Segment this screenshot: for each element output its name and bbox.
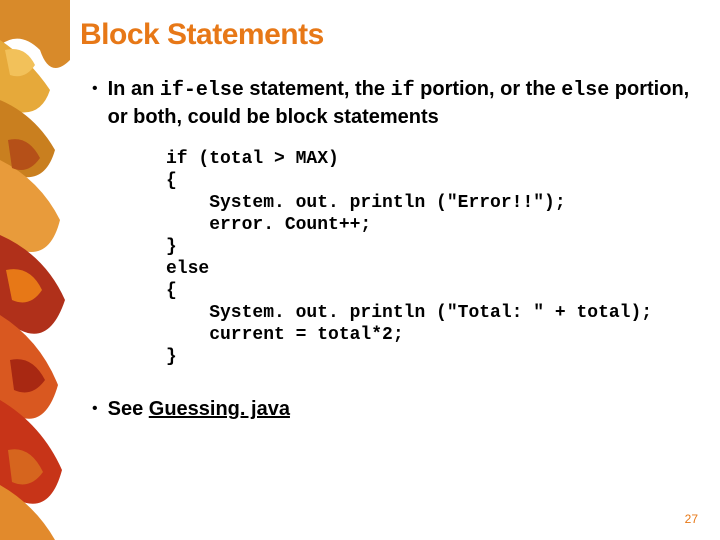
leaves-decoration-icon bbox=[0, 0, 70, 540]
bullet-marker-icon: • bbox=[92, 76, 98, 102]
bullet-text-1: In an if-else statement, the if portion,… bbox=[108, 76, 696, 130]
bullet-item-1: • In an if-else statement, the if portio… bbox=[80, 76, 696, 130]
slide-content: Block Statements • In an if-else stateme… bbox=[80, 18, 696, 516]
guessing-java-link[interactable]: Guessing. java bbox=[149, 398, 290, 420]
bullet-text-2: See Guessing. java bbox=[108, 396, 290, 422]
text-fragment: See bbox=[108, 398, 149, 420]
page-number: 27 bbox=[685, 512, 698, 526]
left-decoration-image bbox=[0, 0, 70, 540]
slide-title: Block Statements bbox=[80, 18, 696, 52]
code-fragment: if bbox=[391, 79, 415, 102]
text-fragment: portion, or the bbox=[415, 78, 562, 100]
text-fragment: statement, the bbox=[244, 78, 391, 100]
bullet-item-2: • See Guessing. java bbox=[80, 396, 696, 422]
text-fragment: In an bbox=[108, 78, 160, 100]
code-block: if (total > MAX) { System. out. println … bbox=[166, 148, 696, 368]
code-fragment: else bbox=[561, 79, 609, 102]
slide: Block Statements • In an if-else stateme… bbox=[0, 0, 720, 540]
bullet-marker-icon: • bbox=[92, 396, 98, 422]
code-fragment: if-else bbox=[160, 79, 244, 102]
